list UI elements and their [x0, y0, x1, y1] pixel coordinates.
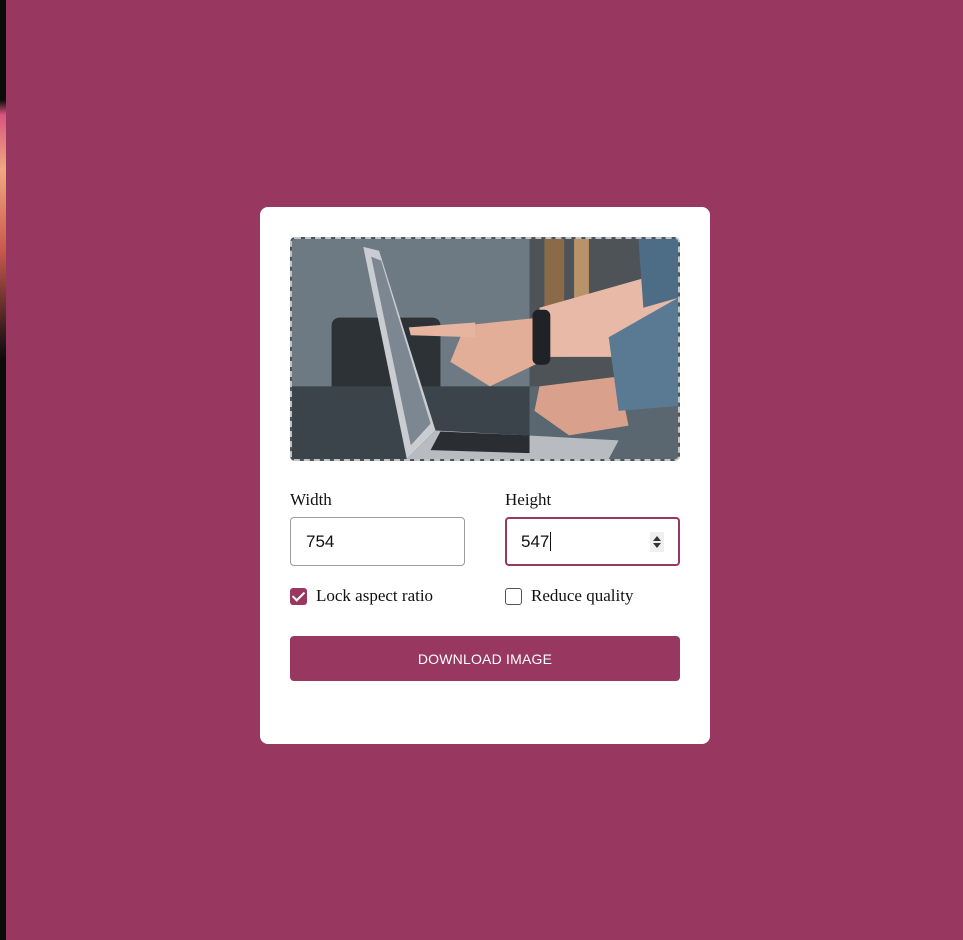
- reduce-quality-checkbox[interactable]: [505, 587, 522, 605]
- reduce-quality-option[interactable]: Reduce quality: [505, 586, 633, 606]
- lock-aspect-checkbox[interactable]: [290, 587, 307, 605]
- height-value: 547: [521, 531, 550, 551]
- adjacent-window-strip: [0, 0, 6, 940]
- width-label: Width: [290, 490, 332, 509]
- lock-aspect-label: Lock aspect ratio: [316, 586, 434, 605]
- width-value: 754: [306, 531, 335, 551]
- width-input[interactable]: 754: [290, 517, 465, 566]
- spin-up-icon[interactable]: [653, 536, 661, 541]
- height-input[interactable]: 547: [505, 517, 680, 566]
- text-caret: [550, 532, 552, 551]
- image-preview[interactable]: [290, 237, 680, 461]
- lock-aspect-option[interactable]: Lock aspect ratio: [290, 586, 433, 606]
- height-label: Height: [505, 490, 552, 509]
- reduce-quality-label: Reduce quality: [531, 586, 634, 605]
- height-spinner[interactable]: [650, 532, 664, 552]
- laptop-photo-image: [292, 239, 678, 459]
- spin-down-icon[interactable]: [653, 543, 661, 548]
- image-resizer-card: Width 754 Height 547 Lock aspect ratio R…: [260, 207, 710, 744]
- download-image-button[interactable]: DOWNLOAD IMAGE: [290, 636, 680, 681]
